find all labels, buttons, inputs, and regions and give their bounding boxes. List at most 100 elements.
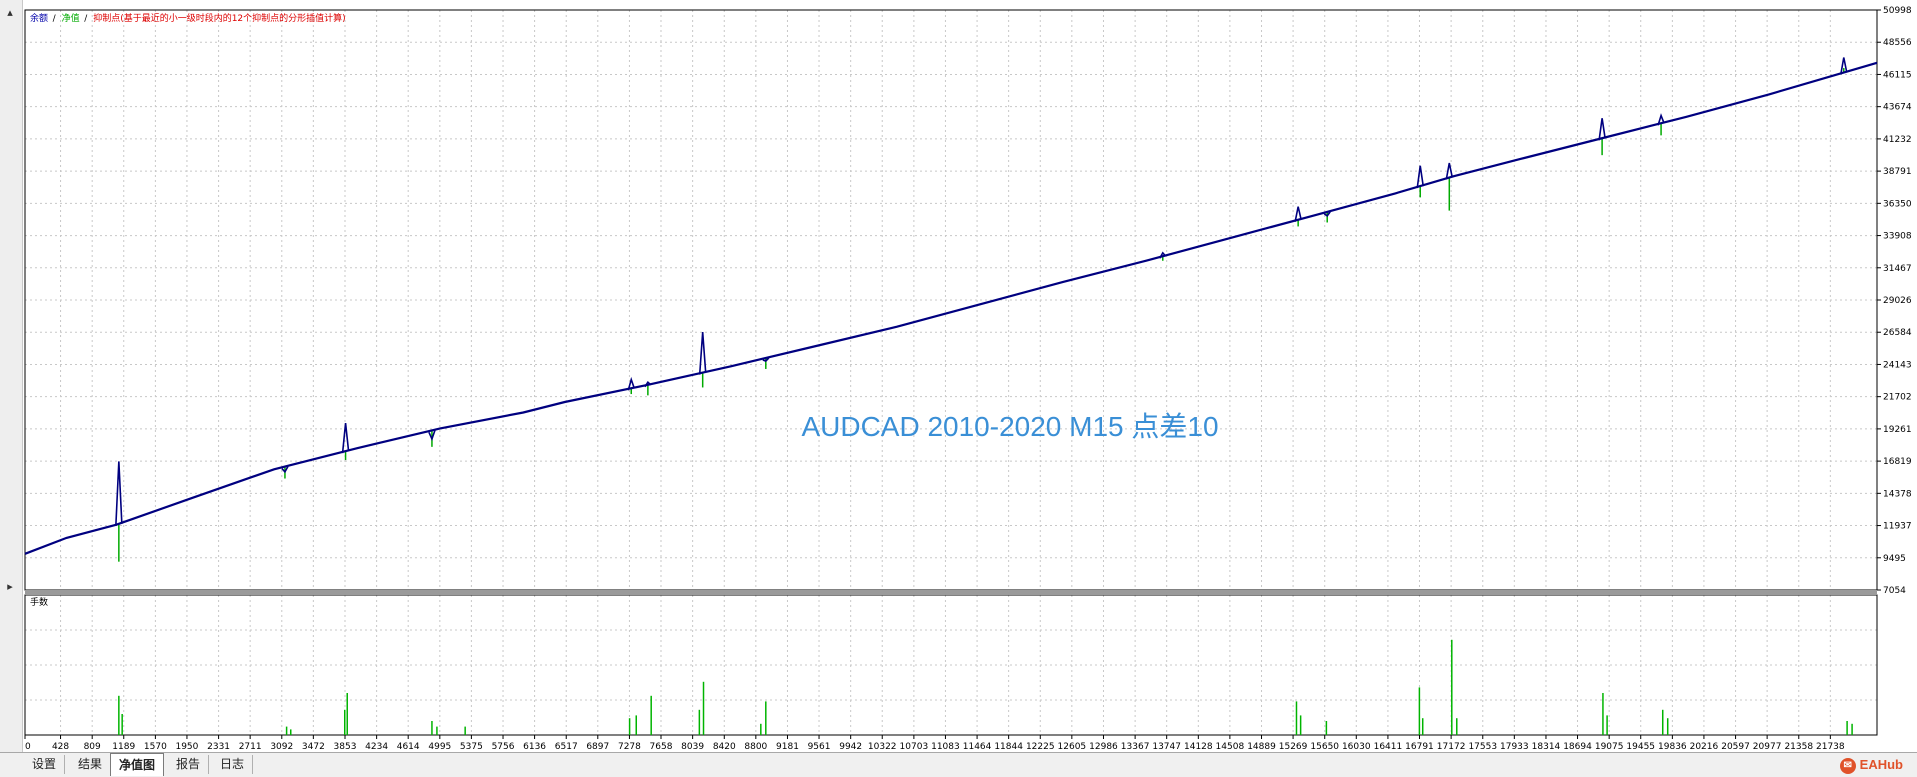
y-tick-label: 24143 [1883, 360, 1912, 370]
x-tick-label: 12225 [1026, 742, 1055, 752]
x-tick-label: 13747 [1152, 742, 1181, 752]
x-tick-label: 3853 [334, 742, 357, 752]
panel-splitter[interactable] [25, 590, 1877, 595]
eahub-logo: ✉ EAHub [1839, 755, 1903, 775]
x-tick-label: 9181 [776, 742, 799, 752]
balance-spike [1416, 165, 1425, 189]
x-tick-label: 6517 [555, 742, 578, 752]
x-tick-label: 1570 [144, 742, 167, 752]
x-tick-label: 20216 [1690, 742, 1719, 752]
y-tick-label: 46115 [1883, 70, 1912, 80]
x-tick-label: 11464 [963, 742, 992, 752]
eahub-logo-icon: ✉ [1839, 757, 1856, 774]
x-tick-label: 4234 [365, 742, 388, 752]
x-tick-label: 17172 [1437, 742, 1466, 752]
y-tick-label: 31467 [1883, 264, 1912, 274]
x-tick-label: 8800 [744, 742, 767, 752]
x-tick-label: 19075 [1595, 742, 1624, 752]
y-axis-labels: 50998 48556 46115 43674 41232 38791 36350 33908… [1877, 6, 1912, 596]
x-tick-label: 8420 [713, 742, 736, 752]
x-tick-label: 12986 [1089, 742, 1118, 752]
x-tick-label: 9561 [808, 742, 831, 752]
x-tick-label: 3092 [270, 742, 293, 752]
y-tick-label: 14378 [1883, 489, 1912, 499]
x-axis-labels: 0 428 809 1189 1570 1950 2331 2711 3092 3472 3853 4… [24, 735, 1845, 752]
x-tick-label: 8039 [681, 742, 704, 752]
x-tick-label: 428 [52, 742, 69, 752]
x-tick-label: 2331 [207, 742, 230, 752]
x-tick-label: 0 [25, 742, 31, 752]
y-tick-label: 21702 [1883, 393, 1912, 403]
x-tick-label: 9942 [839, 742, 862, 752]
y-tick-label: 11937 [1883, 522, 1912, 532]
balance-spike [698, 331, 707, 375]
x-tick-label: 6897 [586, 742, 609, 752]
x-tick-label: 2711 [239, 742, 262, 752]
tester-chart: AUDCAD 2010-2020 M15 点差10 50998 48556 4611… [24, 6, 1912, 752]
chart-frames [24, 9, 1878, 736]
y-tick-label: 38791 [1883, 167, 1912, 177]
x-tick-label: 6136 [523, 742, 546, 752]
balance-spike [1598, 118, 1606, 141]
x-tick-label: 4995 [428, 742, 451, 752]
tab-settings[interactable]: 设置 [24, 755, 66, 774]
y-tick-label: 9495 [1883, 554, 1906, 564]
x-tick-label: 10703 [900, 742, 929, 752]
y-tick-label: 19261 [1883, 425, 1912, 435]
x-tick-label: 17553 [1468, 742, 1497, 752]
x-tick-label: 16411 [1374, 742, 1403, 752]
x-tick-label: 18314 [1532, 742, 1561, 752]
chart-legend: 余额 / 净值 / 抑制点(基于最近的小一级时段内的12个抑制点的分形插值计算) [30, 12, 346, 24]
x-tick-label: 14889 [1247, 742, 1276, 752]
x-tick-label: 14508 [1216, 742, 1245, 752]
tab-equity-chart[interactable]: 净值图 [110, 753, 165, 776]
balance-series [24, 57, 1878, 555]
y-tick-label: 50998 [1883, 6, 1912, 16]
x-tick-label: 19455 [1626, 742, 1655, 752]
tab-results[interactable]: 结果 [70, 755, 112, 774]
legend-separator: / [84, 14, 88, 24]
x-tick-label: 11083 [931, 742, 960, 752]
legend-entry: 净值 [62, 12, 80, 24]
tester-tab-bar: 设置 结果 净值图 报告 日志 ✉ EAHub [0, 752, 1917, 777]
lots-series [118, 639, 1853, 735]
x-tick-label: 20597 [1721, 742, 1750, 752]
y-tick-label: 33908 [1883, 232, 1912, 242]
x-tick-label: 1189 [112, 742, 135, 752]
x-tick-label: 15269 [1279, 742, 1308, 752]
y-tick-label: 16819 [1883, 457, 1912, 467]
tab-journal[interactable]: 日志 [212, 755, 254, 774]
lower-panel-label: 手数 [30, 596, 48, 608]
chart-watermark: AUDCAD 2010-2020 M15 点差10 [801, 411, 1218, 442]
balance-spike [341, 423, 350, 454]
x-tick-label: 14128 [1184, 742, 1213, 752]
x-tick-label: 5375 [460, 742, 483, 752]
legend-entry: 抑制点(基于最近的小一级时段内的12个抑制点的分形插值计算) [93, 12, 345, 24]
x-tick-label: 3472 [302, 742, 325, 752]
x-tick-label: 21358 [1784, 742, 1813, 752]
lower-grid [24, 595, 1877, 735]
x-tick-label: 19836 [1658, 742, 1687, 752]
x-tick-label: 809 [84, 742, 101, 752]
x-tick-label: 21738 [1816, 742, 1845, 752]
y-tick-label: 26584 [1883, 328, 1912, 338]
x-tick-label: 18694 [1563, 742, 1592, 752]
y-tick-label: 36350 [1883, 199, 1912, 209]
x-tick-label: 7658 [650, 742, 673, 752]
x-tick-label: 12605 [1058, 742, 1087, 752]
x-tick-label: 16030 [1342, 742, 1371, 752]
x-tick-label: 7278 [618, 742, 641, 752]
x-tick-label: 11844 [994, 742, 1023, 752]
y-tick-label: 7054 [1883, 586, 1906, 596]
y-tick-label: 41232 [1883, 135, 1912, 145]
tab-report[interactable]: 报告 [168, 755, 210, 774]
x-tick-label: 5756 [492, 742, 515, 752]
x-tick-label: 1950 [175, 742, 198, 752]
x-tick-label: 16791 [1405, 742, 1434, 752]
y-tick-label: 43674 [1883, 103, 1912, 113]
x-tick-label: 20977 [1753, 742, 1782, 752]
legend-separator: / [53, 14, 57, 24]
x-tick-label: 10322 [868, 742, 897, 752]
y-tick-label: 48556 [1883, 38, 1912, 48]
balance-spike [115, 461, 123, 526]
